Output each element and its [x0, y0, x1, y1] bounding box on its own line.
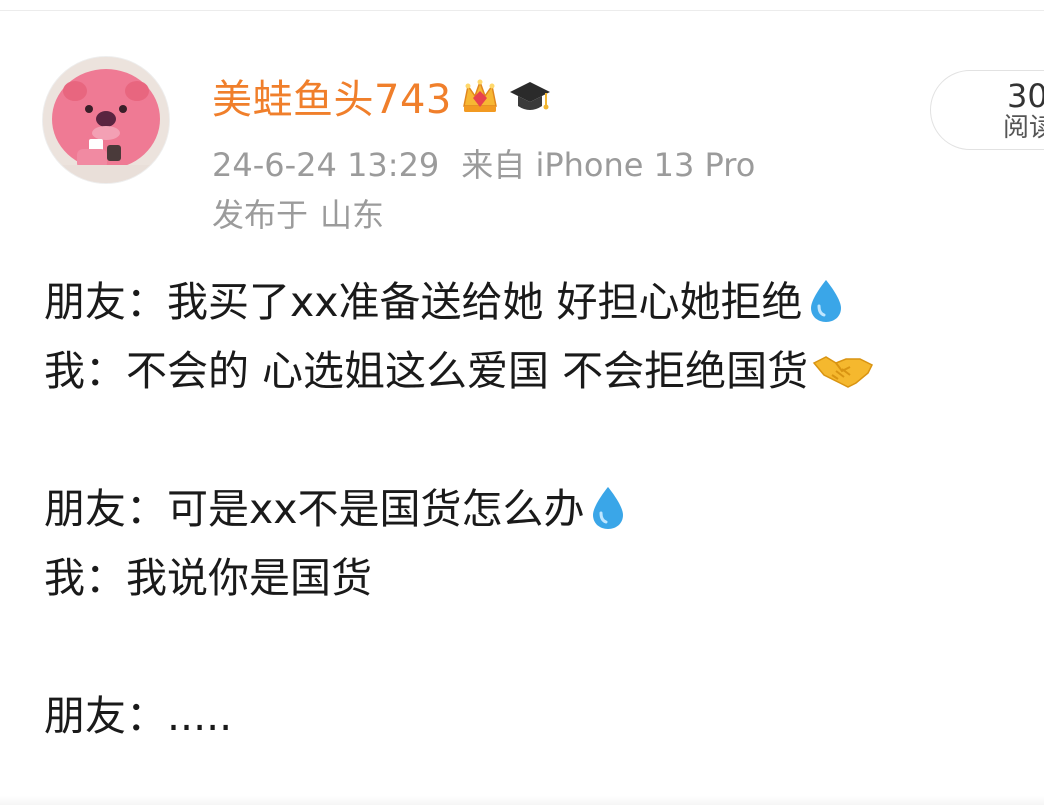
- post-body-text: 朋友：.....: [44, 692, 233, 740]
- post-body-text: 朋友：可是xx不是国货怎么办: [44, 485, 585, 533]
- post-body-text: 朋友：我买了xx准备送给她 好担心她拒绝: [44, 278, 803, 326]
- post-body-line: 我：不会的 心选姐这么爱国 不会拒绝国货: [44, 337, 1034, 406]
- author-header: 美蛙鱼头743: [212, 66, 552, 126]
- read-count-value: 30: [1007, 77, 1044, 115]
- post-timestamp: 24-6-24 13:29: [212, 146, 440, 184]
- post-body-text: 我：我说你是国货: [44, 554, 372, 602]
- post-body-line: [44, 613, 1034, 682]
- post-meta: 24-6-24 13:29 来自 iPhone 13 Pro: [212, 140, 755, 186]
- read-count-label: 阅读: [1003, 113, 1044, 143]
- post-body-line: [44, 406, 1034, 475]
- bottom-fade: [0, 796, 1044, 805]
- author-name[interactable]: 美蛙鱼头743: [212, 67, 452, 125]
- post-location: 发布于 山东: [212, 190, 384, 236]
- crown-badge-icon[interactable]: [460, 76, 500, 116]
- post-source: 来自 iPhone 13 Pro: [461, 146, 756, 184]
- graduation-cap-icon[interactable]: [508, 76, 552, 116]
- post-body-line: 朋友：.....: [44, 682, 1034, 751]
- location-name: 山东: [320, 196, 385, 234]
- location-prefix: 发布于: [212, 196, 309, 234]
- weibo-post-screen: 美蛙鱼头743 24-6-24 13:29 来自 iPhone 13 Pro 发布: [0, 0, 1044, 805]
- post-body-line: 朋友：我买了xx准备送给她 好担心她拒绝: [44, 268, 1034, 337]
- author-avatar[interactable]: [42, 56, 170, 184]
- post-body: 朋友：我买了xx准备送给她 好担心她拒绝 我：不会的 心选姐这么爱国 不会拒绝国货…: [44, 268, 1034, 751]
- droplet-icon: [589, 485, 627, 531]
- post-body-text: 我：不会的 心选姐这么爱国 不会拒绝国货: [44, 347, 809, 395]
- top-divider: [0, 10, 1044, 11]
- avatar-pink-beaver-image: [43, 57, 169, 183]
- post-body-line: 我：我说你是国货: [44, 544, 1034, 613]
- post-body-line: 朋友：可是xx不是国货怎么办: [44, 475, 1034, 544]
- read-count-button[interactable]: 30 阅读: [930, 70, 1044, 150]
- droplet-icon: [807, 278, 845, 324]
- handshake-icon: [812, 349, 874, 393]
